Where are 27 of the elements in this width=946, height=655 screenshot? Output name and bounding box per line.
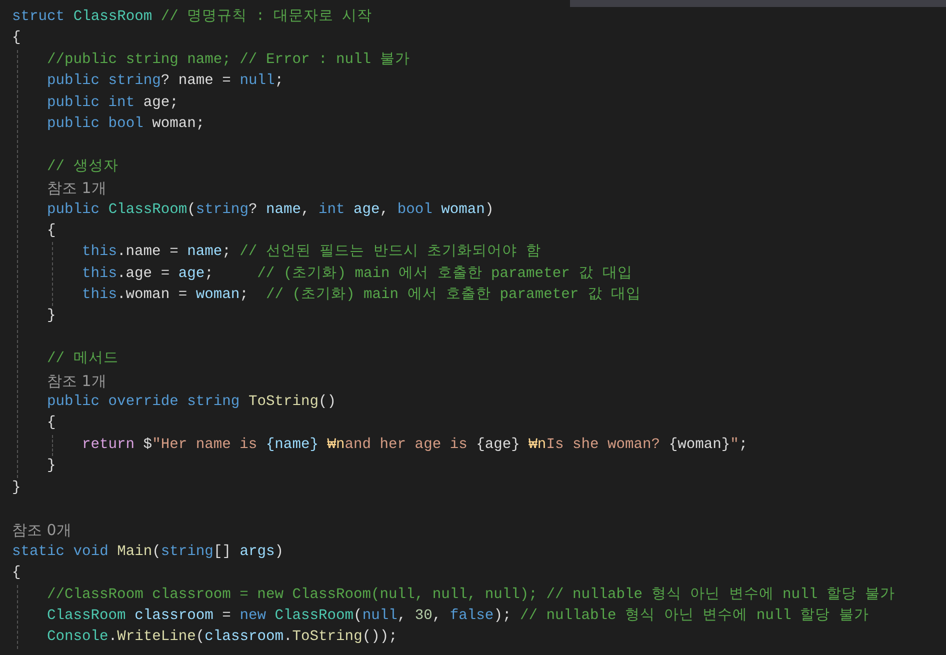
code-line: Console.WriteLine(classroom.ToString()); [47, 628, 398, 648]
code-line: struct ClassRoom // 명명규칙 : 대문자로 시작 [12, 8, 372, 27]
code-line: } [47, 307, 56, 326]
code-line: public int age; [47, 94, 178, 113]
code-line: return $"Her name is {name} ₩nand her age is {age} ₩nIs she woman? {woman}"; [82, 436, 748, 455]
code-line: { [47, 222, 56, 241]
reference-count[interactable]: 참조 1개 [47, 178, 106, 200]
code-line: this.age = age; // (초기화) main 에서 호출한 parameter 값 대입 [82, 264, 632, 284]
code-line: public ClassRoom(string? name, int age, bool woman) [47, 200, 494, 220]
reference-count[interactable]: 참조 1개 [47, 370, 106, 392]
code-line: // 생성자 [47, 158, 118, 177]
reference-count[interactable]: 참조 0개 [12, 520, 72, 542]
code-line: //ClassRoom classroom = new ClassRoom(null, null, null); // nullable 형식 아닌 변수에 null 할당 불가 [47, 586, 896, 605]
code-line: static void Main(string[] args) [12, 542, 284, 562]
code-line: } [12, 478, 21, 498]
code-line: // 메서드 [47, 350, 118, 370]
code-line: ClassRoom classroom = new ClassRoom(null, 30, false); // nullable 형식 아닌 변수에 null 할당 불가 [47, 606, 869, 626]
code-line: public bool woman; [47, 114, 205, 134]
code-line: { [12, 29, 21, 48]
code-line: this.name = name; // 선언된 필드는 반드시 초기화되어야 함 [82, 243, 541, 262]
code-line: { [12, 564, 21, 584]
code-line: this.woman = woman; // (초기화) main 에서 호출한 parameter 값 대입 [82, 286, 642, 306]
code-line: public override string ToString() [47, 393, 336, 412]
code-line: } [47, 457, 56, 476]
code-line: { [47, 414, 56, 434]
code-line: //public string name; // Error : null 불가 [47, 50, 410, 70]
code-line: public string? name = null; [47, 72, 284, 92]
